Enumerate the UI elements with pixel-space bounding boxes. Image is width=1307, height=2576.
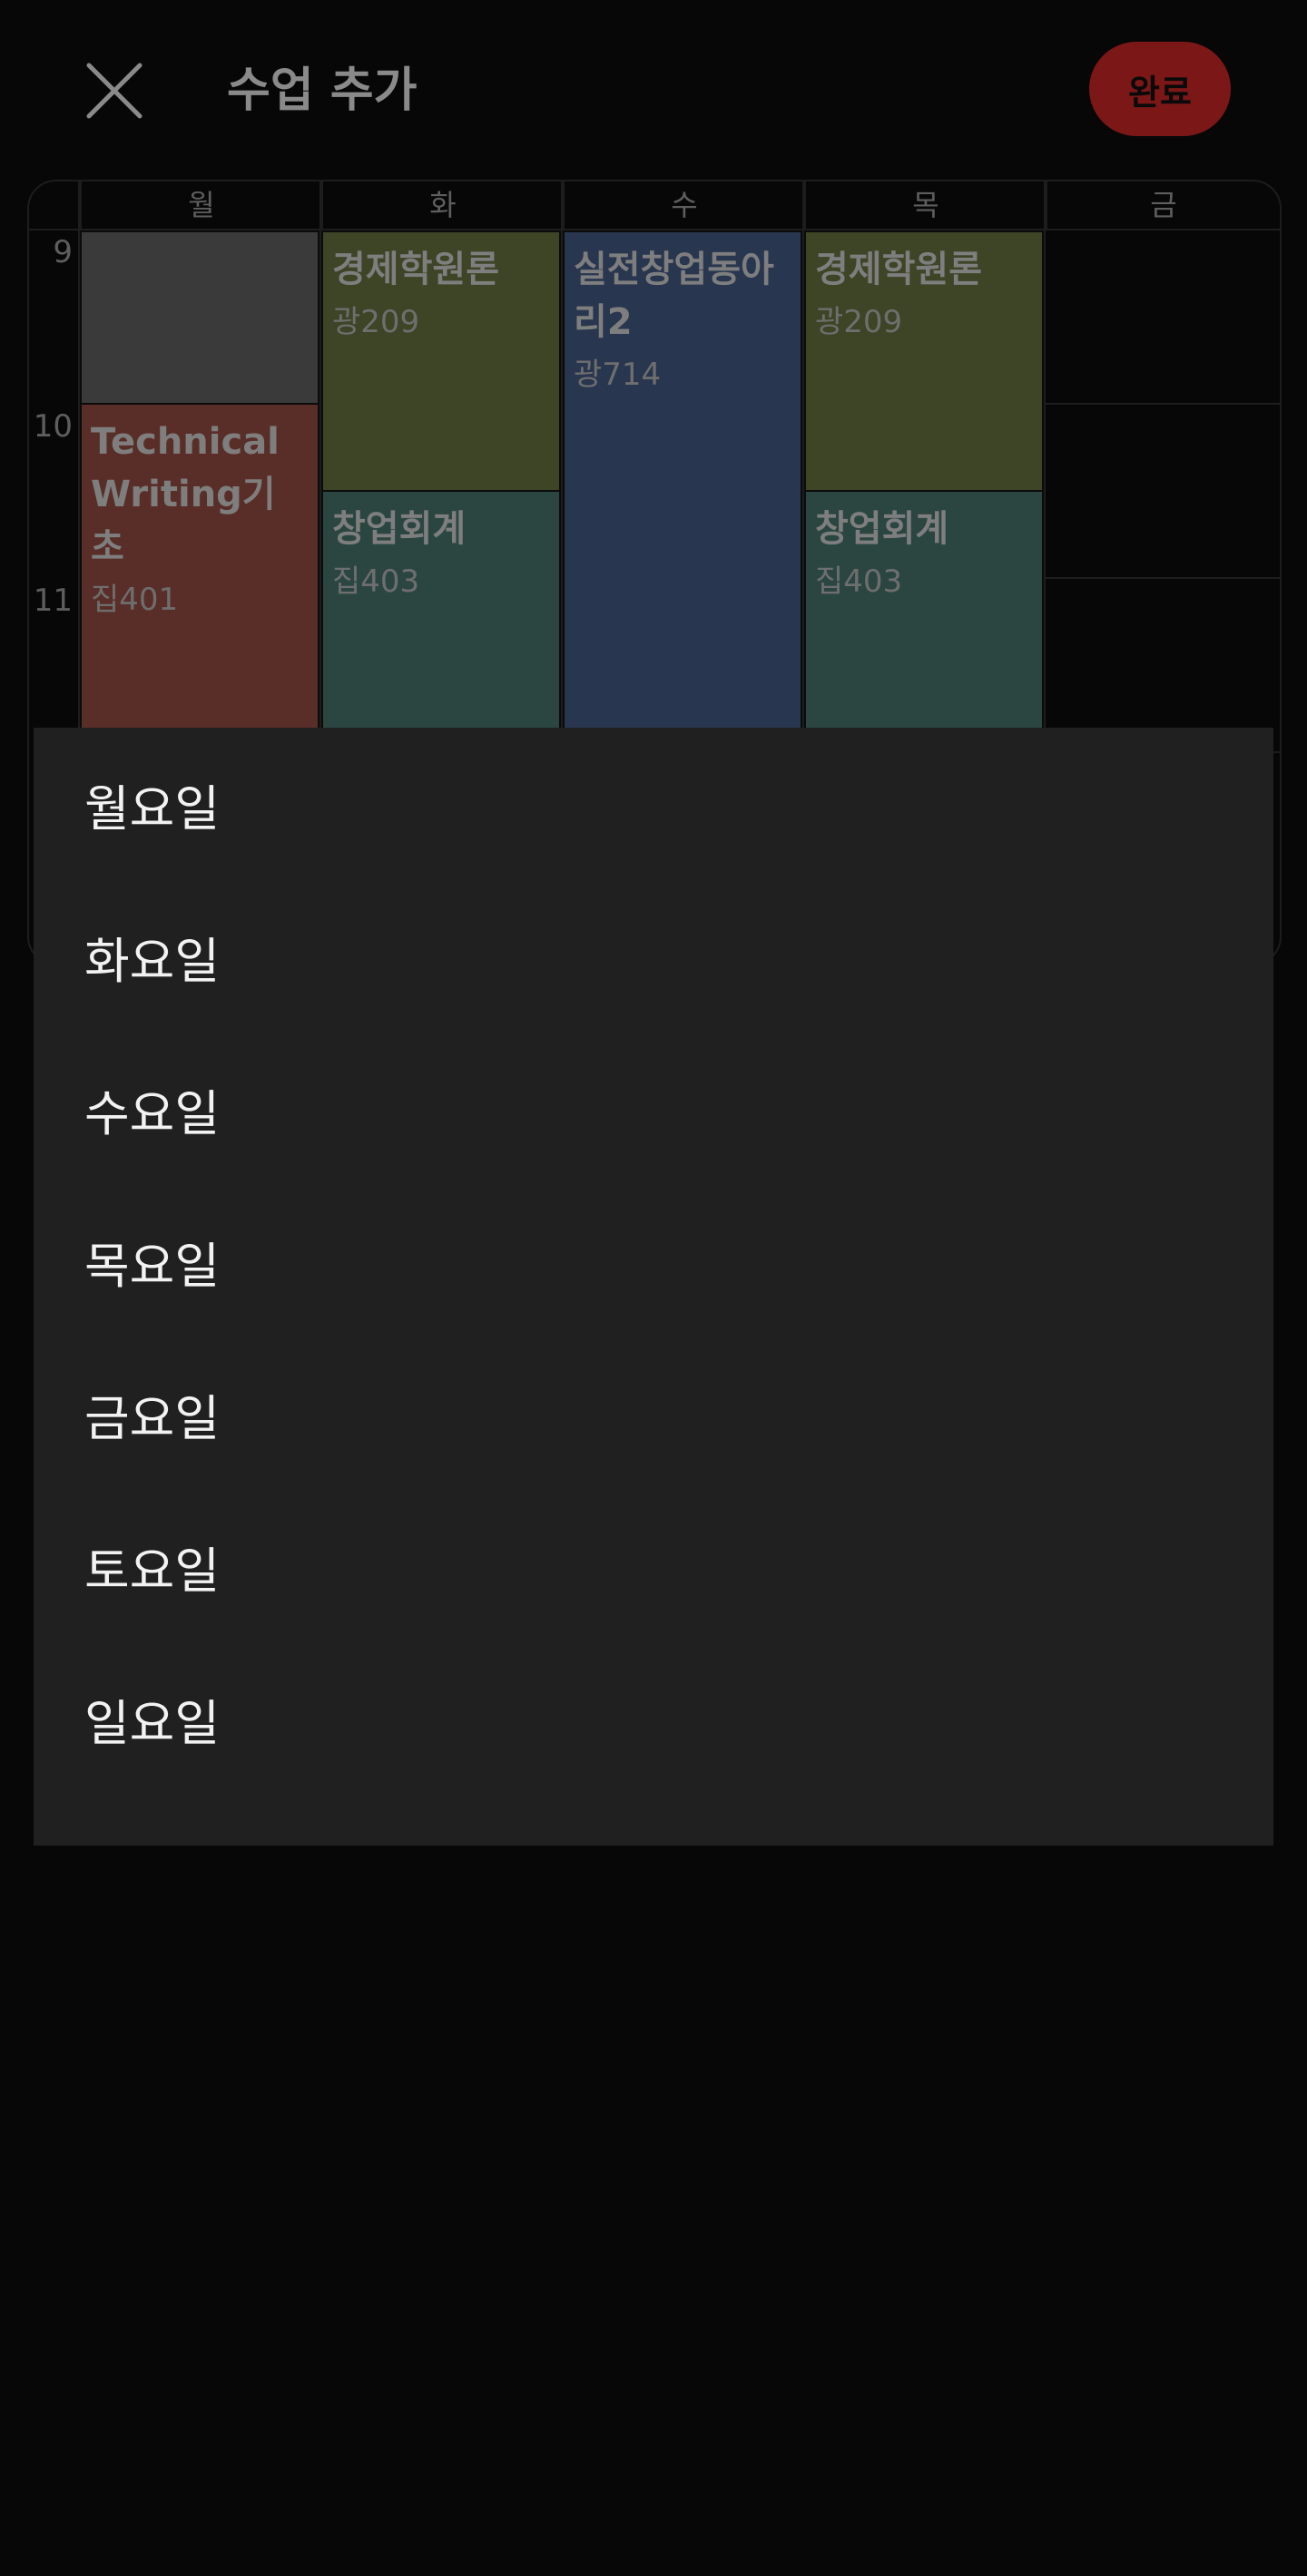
done-button[interactable]: 완료 (1089, 42, 1231, 136)
menu-item-thursday[interactable]: 목요일 (34, 1185, 1273, 1337)
class-room: 집401 (91, 582, 179, 618)
class-block[interactable]: 경제학원론 광209 (321, 230, 561, 492)
class-room: 광714 (574, 357, 662, 393)
menu-item-saturday[interactable]: 토요일 (34, 1490, 1273, 1642)
class-title: Technical Writing기초 (91, 421, 280, 568)
class-title: 실전창업동아리2 (574, 249, 774, 343)
menu-item-tuesday[interactable]: 화요일 (34, 880, 1273, 1033)
day-header-thu: 목 (804, 181, 1046, 229)
class-title: 창업회계 (815, 508, 949, 550)
class-room: 광209 (815, 304, 903, 340)
day-select-menu: 월요일 화요일 수요일 목요일 금요일 토요일 일요일 (34, 728, 1273, 1846)
menu-item-sunday[interactable]: 일요일 (34, 1642, 1273, 1795)
hour-label-9: 9 (53, 234, 73, 270)
class-room: 집403 (332, 563, 420, 600)
page-title: 수업 추가 (227, 64, 418, 118)
hour-label-10: 10 (33, 408, 73, 445)
close-button[interactable] (80, 56, 149, 125)
menu-item-friday[interactable]: 금요일 (34, 1337, 1273, 1490)
class-block-empty[interactable] (80, 230, 319, 405)
menu-item-monday[interactable]: 월요일 (34, 728, 1273, 880)
class-title: 창업회계 (332, 508, 467, 550)
top-app-bar: 수업 추가 완료 (0, 0, 1307, 172)
class-title: 경제학원론 (332, 249, 499, 290)
day-header-fri: 금 (1046, 181, 1280, 229)
class-title: 경제학원론 (815, 249, 982, 290)
day-header-mon: 월 (80, 181, 321, 229)
class-block[interactable]: 경제학원론 광209 (804, 230, 1044, 492)
hour-label-11: 11 (33, 583, 73, 619)
class-room: 광209 (332, 304, 420, 340)
close-icon (86, 63, 142, 119)
menu-item-wednesday[interactable]: 수요일 (34, 1033, 1273, 1185)
day-header-tue: 화 (321, 181, 563, 229)
day-header-wed: 수 (563, 181, 804, 229)
class-room: 집403 (815, 563, 903, 600)
